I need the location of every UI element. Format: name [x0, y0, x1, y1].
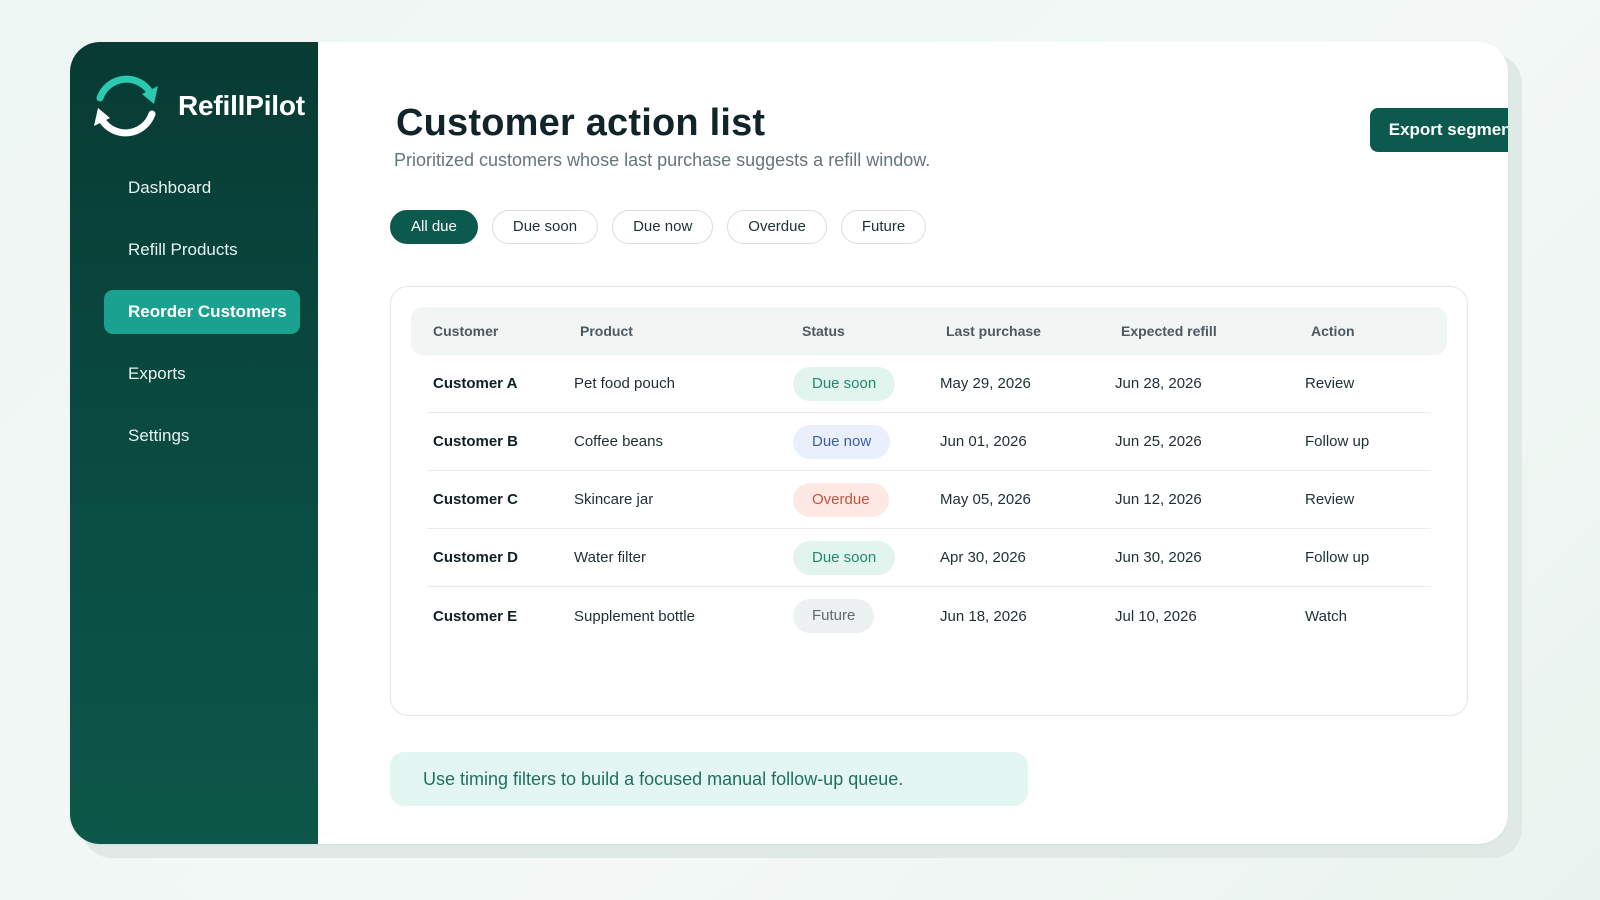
column-header-product[interactable]: Product	[580, 323, 802, 339]
table-row[interactable]: Customer E Supplement bottle Future Jun …	[427, 587, 1431, 645]
cell-product: Pet food pouch	[574, 375, 675, 392]
sidebar-item-dashboard[interactable]: Dashboard	[104, 166, 300, 210]
cell-expected-refill: Jul 10, 2026	[1115, 607, 1197, 625]
column-header-action[interactable]: Action	[1311, 323, 1431, 339]
refill-cycle-icon	[94, 75, 158, 137]
sidebar-item-exports[interactable]: Exports	[104, 352, 300, 396]
filter-chips: All due Due soon Due now Overdue Future	[390, 210, 940, 244]
cell-customer: Customer A	[433, 375, 518, 392]
sidebar-item-refill-products[interactable]: Refill Products	[104, 228, 300, 272]
sidebar-item-reorder-customers[interactable]: Reorder Customers	[104, 290, 300, 334]
table-row[interactable]: Customer A Pet food pouch Due soon May 2…	[427, 355, 1431, 413]
table-header: Customer Product Status Last purchase Ex…	[411, 307, 1447, 355]
page-title: Customer action list	[396, 102, 766, 144]
table-row[interactable]: Customer C Skincare jar Overdue May 05, …	[427, 471, 1431, 529]
table-body: Customer A Pet food pouch Due soon May 2…	[427, 355, 1431, 645]
status-badge: Overdue	[793, 482, 889, 517]
main-content: Customer action list Prioritized custome…	[318, 42, 1508, 844]
column-header-customer[interactable]: Customer	[411, 323, 580, 339]
cell-action[interactable]: Follow up	[1305, 549, 1425, 566]
cell-product: Coffee beans	[574, 433, 663, 450]
cell-customer: Customer C	[433, 491, 519, 508]
status-badge: Due now	[793, 424, 891, 459]
cell-action[interactable]: Watch	[1305, 608, 1425, 625]
cell-expected-refill: Jun 25, 2026	[1115, 433, 1202, 450]
sidebar-item-settings[interactable]: Settings	[104, 414, 300, 458]
cell-last-purchase: May 29, 2026	[940, 375, 1031, 392]
filter-overdue[interactable]: Overdue	[727, 210, 827, 244]
status-badge: Future	[793, 599, 875, 633]
cell-expected-refill: Jun 30, 2026	[1115, 549, 1202, 566]
cell-last-purchase: Jun 01, 2026	[940, 433, 1027, 450]
cell-action[interactable]: Review	[1305, 375, 1425, 392]
page-subtitle: Prioritized customers whose last purchas…	[394, 150, 931, 170]
column-header-status[interactable]: Status	[802, 323, 946, 339]
cell-last-purchase: May 05, 2026	[940, 491, 1031, 508]
cell-action[interactable]: Review	[1305, 491, 1425, 508]
cell-status: Future	[793, 599, 940, 633]
customer-table: Customer Product Status Last purchase Ex…	[390, 286, 1468, 716]
cell-expected-refill: Jun 12, 2026	[1115, 491, 1202, 508]
column-header-last-purchase[interactable]: Last purchase	[946, 323, 1121, 339]
table-row[interactable]: Customer D Water filter Due soon Apr 30,…	[427, 529, 1431, 587]
cell-action[interactable]: Follow up	[1305, 433, 1425, 450]
filter-due-soon[interactable]: Due soon	[491, 210, 599, 244]
sidebar: RefillPilot Dashboard Refill Products Re…	[70, 42, 318, 844]
brand[interactable]: RefillPilot	[88, 68, 305, 144]
cell-product: Skincare jar	[574, 491, 654, 508]
cell-status: Due soon	[793, 366, 940, 401]
brand-name: RefillPilot	[178, 90, 305, 121]
status-badge: Due soon	[793, 366, 896, 401]
export-segment-button[interactable]: Export segment	[1370, 108, 1508, 152]
cell-status: Overdue	[793, 482, 940, 517]
cell-customer: Customer D	[433, 549, 519, 566]
app-window: RefillPilot Dashboard Refill Products Re…	[70, 42, 1508, 844]
filter-future[interactable]: Future	[840, 210, 927, 244]
table-row[interactable]: Customer B Coffee beans Due now Jun 01, …	[427, 413, 1431, 471]
cell-last-purchase: Apr 30, 2026	[940, 549, 1026, 566]
filter-due-now[interactable]: Due now	[612, 210, 714, 244]
cell-product: Supplement bottle	[574, 607, 695, 625]
sidebar-nav: Dashboard Refill Products Reorder Custom…	[104, 166, 300, 476]
hint-banner: Use timing filters to build a focused ma…	[390, 752, 1028, 806]
cell-status: Due now	[793, 424, 940, 459]
column-header-expected-refill[interactable]: Expected refill	[1121, 323, 1311, 339]
cell-customer: Customer B	[433, 433, 519, 450]
cell-customer: Customer E	[433, 607, 518, 625]
cell-product: Water filter	[574, 549, 646, 566]
filter-all-due[interactable]: All due	[390, 210, 478, 244]
status-badge: Due soon	[793, 540, 896, 575]
cell-expected-refill: Jun 28, 2026	[1115, 375, 1202, 392]
cell-status: Due soon	[793, 540, 940, 575]
cell-last-purchase: Jun 18, 2026	[940, 607, 1027, 625]
